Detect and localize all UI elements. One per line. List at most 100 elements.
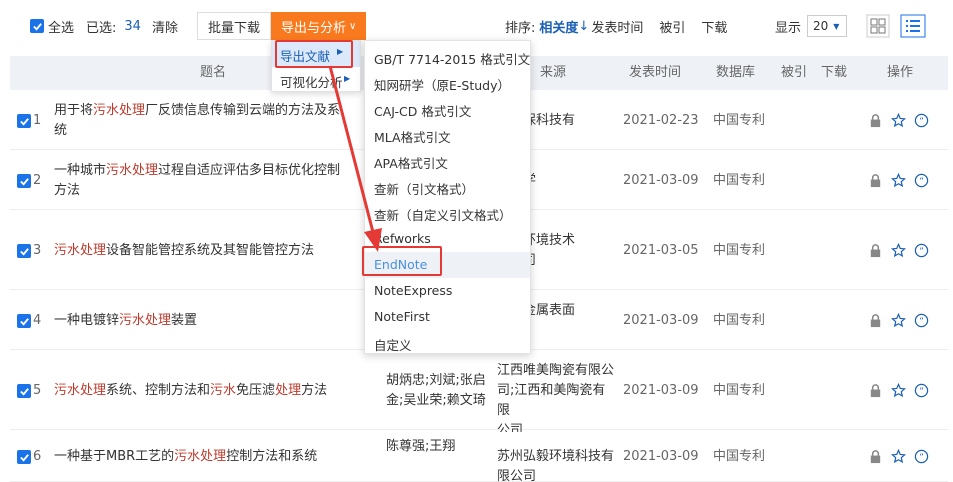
row-number: 5 bbox=[33, 383, 42, 398]
display-control: 显示 20 ▼ bbox=[775, 0, 848, 52]
svg-text:”: ” bbox=[919, 386, 923, 396]
row-title[interactable]: 一种基于MBR工艺的污水处理控制方法和系统 bbox=[54, 447, 374, 467]
table-row: 5 污水处理系统、控制方法和污水免压滤处理方法 胡炳忠;刘斌;张启金;吴业荣;赖文琦… bbox=[10, 352, 948, 438]
star-icon[interactable] bbox=[891, 313, 906, 328]
title-segment: 厂反馈信息传输到云端的方法及系 bbox=[145, 103, 341, 118]
header-database: 数据库 bbox=[716, 65, 756, 80]
header-source: 来源 bbox=[540, 65, 567, 80]
row-database: 中国专利 bbox=[713, 243, 766, 258]
arrow-down-icon: ↓ bbox=[578, 18, 590, 34]
row-author[interactable]: 陈尊强;王翔 bbox=[386, 437, 490, 457]
export-analyze-button[interactable]: 导出与分析 ∨ bbox=[271, 12, 367, 40]
row-author[interactable]: 胡炳忠;刘斌;张启金;吴业荣;赖文琦 bbox=[386, 371, 490, 411]
lock-icon[interactable] bbox=[868, 173, 883, 188]
selected-count: 34 bbox=[124, 18, 141, 34]
sort-download[interactable]: 下载 bbox=[701, 17, 727, 36]
title-segment: 过程自适应评估多目标优化控制 bbox=[158, 163, 341, 178]
row-title-line2[interactable]: 统 bbox=[54, 121, 67, 141]
row-title-line2[interactable]: 方法 bbox=[54, 181, 80, 201]
checkbox-icon[interactable] bbox=[17, 174, 31, 188]
row-date: 2021-03-05 bbox=[623, 243, 699, 258]
clear-button[interactable]: 清除 bbox=[152, 0, 178, 52]
row-database: 中国专利 bbox=[713, 113, 766, 128]
title-segment: 系统、控制方法和 bbox=[106, 383, 211, 398]
row-number: 2 bbox=[33, 173, 42, 188]
lock-icon[interactable] bbox=[868, 243, 883, 258]
checkbox-icon[interactable] bbox=[17, 244, 31, 258]
row-title[interactable]: 污水处理系统、控制方法和污水免压滤处理方法 bbox=[54, 381, 374, 401]
header-download: 下载 bbox=[821, 65, 848, 80]
title-segment: 污水处理 bbox=[106, 163, 159, 178]
quote-icon[interactable]: ” bbox=[914, 173, 929, 188]
star-icon[interactable] bbox=[891, 449, 906, 464]
row-source-text: 江西唯美陶瓷有限公司;江西和美陶瓷有限 bbox=[497, 363, 615, 418]
lock-icon[interactable] bbox=[868, 383, 883, 398]
quote-icon[interactable]: ” bbox=[914, 383, 929, 398]
checkbox-icon[interactable] bbox=[17, 114, 31, 128]
row-source-text: 苏州弘毅环境科技有限公司 bbox=[497, 449, 615, 482]
row-database: 中国专利 bbox=[713, 313, 766, 328]
sort-label: 排序: bbox=[505, 20, 536, 36]
sort-cited[interactable]: 被引 bbox=[659, 17, 685, 36]
lock-icon[interactable] bbox=[868, 449, 883, 464]
lock-icon[interactable] bbox=[868, 113, 883, 128]
row-date: 2021-03-09 bbox=[623, 173, 699, 188]
selected-info: 已选: 34 bbox=[86, 0, 141, 52]
row-date: 2021-03-09 bbox=[623, 449, 699, 464]
menu-item-format[interactable]: NoteExpress bbox=[365, 278, 530, 304]
title-segment: 控制方法和系统 bbox=[226, 449, 318, 464]
selected-label: 已选: bbox=[86, 20, 117, 36]
caret-down-icon: ▼ bbox=[833, 21, 840, 31]
row-source[interactable]: 江西唯美陶瓷有限公司;江西和美陶瓷有限 公司 bbox=[497, 361, 615, 441]
svg-text:”: ” bbox=[919, 316, 923, 326]
star-icon[interactable] bbox=[891, 383, 906, 398]
row-database: 中国专利 bbox=[713, 449, 766, 464]
quote-icon[interactable]: ” bbox=[914, 449, 929, 464]
batch-download-button[interactable]: 批量下载 bbox=[197, 12, 272, 40]
title-segment: 一种城市 bbox=[54, 163, 107, 178]
checkbox-icon[interactable] bbox=[30, 19, 44, 33]
svg-text:”: ” bbox=[919, 176, 923, 186]
lock-icon[interactable] bbox=[868, 313, 883, 328]
quote-icon[interactable]: ” bbox=[914, 313, 929, 328]
title-segment: 污水处理 bbox=[54, 243, 107, 258]
format-label: NoteFirst bbox=[374, 309, 430, 324]
title-segment: 装置 bbox=[171, 313, 198, 328]
grid-icon bbox=[866, 14, 890, 38]
star-icon[interactable] bbox=[891, 113, 906, 128]
title-segment: 一种电镀锌 bbox=[54, 313, 120, 328]
title-segment: 方法 bbox=[301, 383, 328, 398]
checkbox-icon[interactable] bbox=[17, 314, 31, 328]
sort-relevance[interactable]: 相关度 bbox=[539, 17, 578, 36]
menu-item-format[interactable]: NoteFirst bbox=[365, 304, 530, 330]
quote-icon[interactable]: ” bbox=[914, 243, 929, 258]
sort-date[interactable]: 发表时间 bbox=[591, 17, 643, 36]
row-number: 1 bbox=[33, 113, 42, 128]
title-segment: 一种基于MBR工艺的 bbox=[54, 449, 175, 464]
row-source[interactable]: 苏州弘毅环境科技有限公司 bbox=[497, 447, 615, 482]
row-title[interactable]: 一种电镀锌污水处理装置 bbox=[54, 311, 374, 331]
checkbox-icon[interactable] bbox=[17, 450, 31, 464]
checkbox-icon[interactable] bbox=[17, 384, 31, 398]
row-number: 3 bbox=[33, 243, 42, 258]
title-segment: 污水处理 bbox=[119, 313, 172, 328]
table-row: 6 一种基于MBR工艺的污水处理控制方法和系统 陈尊强;王翔 苏州弘毅环境科技有限公司… bbox=[10, 432, 948, 482]
title-segment: 免压滤 bbox=[236, 383, 276, 398]
title-segment: 设备智能管控系统及其智能管控方法 bbox=[106, 243, 315, 258]
select-all-label: 全选 bbox=[48, 20, 75, 36]
title-segment: 污水 bbox=[210, 383, 237, 398]
list-view-button[interactable] bbox=[900, 0, 926, 52]
quote-icon[interactable]: ” bbox=[914, 113, 929, 128]
select-all[interactable]: 全选 bbox=[30, 0, 74, 52]
sort-bar: 排序: 相关度 ↓ 发表时间 被引 下载 bbox=[505, 0, 727, 52]
format-label: 自定义 bbox=[374, 338, 412, 353]
menu-item-format[interactable]: 自定义 bbox=[365, 330, 530, 356]
title-segment: 污水处理 bbox=[174, 449, 227, 464]
row-date: 2021-03-09 bbox=[623, 313, 699, 328]
star-icon[interactable] bbox=[891, 173, 906, 188]
title-segment: 用于将 bbox=[54, 103, 94, 118]
display-select[interactable]: 20 ▼ bbox=[807, 15, 848, 37]
grid-view-button[interactable] bbox=[866, 0, 890, 52]
star-icon[interactable] bbox=[891, 243, 906, 258]
header-actions: 操作 bbox=[887, 65, 914, 80]
